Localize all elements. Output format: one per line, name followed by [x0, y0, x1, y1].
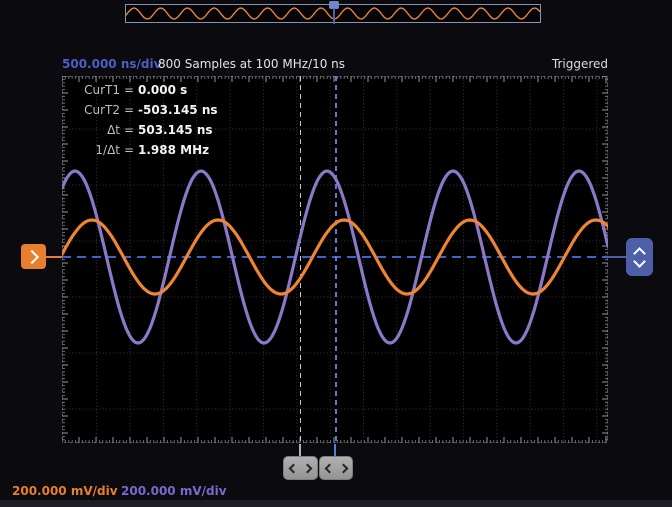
scope-plot-canvas[interactable]: CurT1 = 0.000 s CurT2 = -503.145 ns Δt =… — [62, 76, 608, 443]
readout-row-curt1: CurT1 = 0.000 s — [68, 83, 218, 103]
readout-equals: = — [120, 123, 138, 137]
readout-equals: = — [120, 83, 138, 97]
channel2-offset-marker[interactable] — [626, 238, 653, 276]
readout-row-curt2: CurT2 = -503.145 ns — [68, 103, 218, 123]
channel-2-trace — [62, 171, 608, 343]
readout-row-inverse-delta-t: 1/Δt = 1.988 MHz — [68, 143, 218, 163]
channel1-offset-connector — [46, 256, 62, 258]
readout-label: CurT1 — [68, 83, 120, 97]
chevron-right-icon — [25, 249, 39, 263]
chevron-left-icon — [289, 463, 299, 473]
channel1-offset-marker[interactable] — [21, 244, 46, 269]
chevron-left-icon — [324, 463, 334, 473]
trigger-position-stem — [333, 8, 335, 24]
readout-value: 1.988 MHz — [138, 143, 209, 157]
cursor-readout: CurT1 = 0.000 s CurT2 = -503.145 ns Δt =… — [68, 83, 218, 163]
readout-value: -503.145 ns — [138, 103, 218, 117]
readout-label: CurT2 — [68, 103, 120, 117]
channel2-volts-per-div-label[interactable]: 200.000 mV/div — [121, 484, 227, 498]
chevron-down-icon — [633, 255, 646, 268]
readout-equals: = — [120, 143, 138, 157]
channel1-volts-per-div-label[interactable]: 200.000 mV/div — [12, 484, 118, 498]
cursor-t2-drag-handle[interactable] — [283, 456, 318, 480]
channel-1-trace — [62, 220, 608, 294]
samples-info-label: 800 Samples at 100 MHz/10 ns — [158, 57, 345, 71]
chevron-right-icon — [303, 463, 313, 473]
readout-row-delta-t: Δt = 503.145 ns — [68, 123, 218, 143]
chevron-right-icon — [338, 463, 348, 473]
readout-value: 503.145 ns — [138, 123, 213, 137]
timebase-per-div-label[interactable]: 500.000 ns/div — [62, 57, 161, 71]
cursor-t1-drag-handle[interactable] — [319, 456, 353, 480]
readout-label: Δt — [68, 123, 120, 137]
readout-equals: = — [120, 103, 138, 117]
readout-label: 1/Δt — [68, 143, 120, 157]
oscilloscope-window: 500.000 ns/div 800 Samples at 100 MHz/10… — [0, 0, 672, 507]
channel2-offset-connector — [608, 256, 626, 258]
trigger-status-label: Triggered — [552, 57, 608, 71]
readout-value: 0.000 s — [138, 83, 187, 97]
window-bottom-edge — [0, 500, 672, 507]
